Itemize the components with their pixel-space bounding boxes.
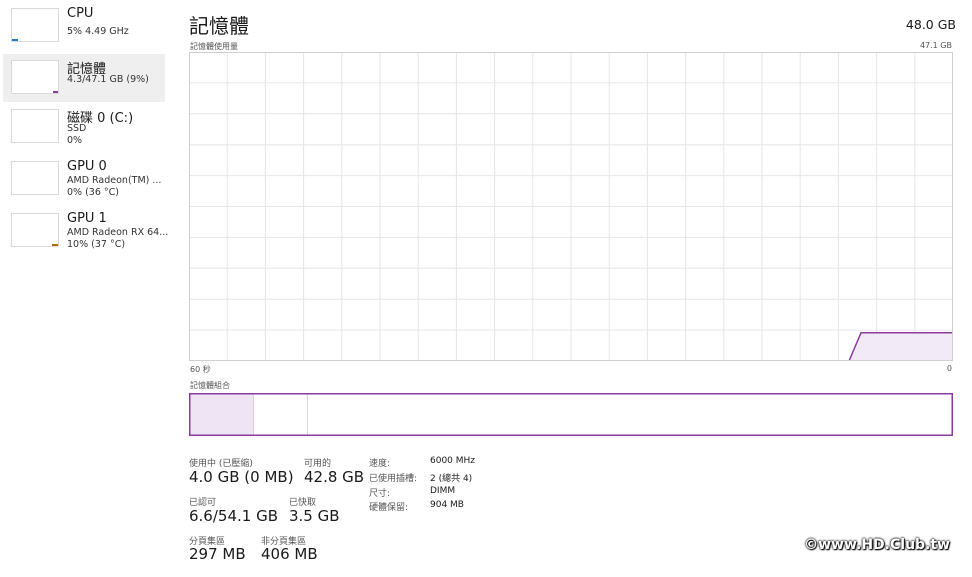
sidebar-item-usage: 10% (37 °C) [67, 239, 126, 250]
usage-graph-label: 記憶體使用量 [190, 42, 238, 51]
committed-value: 6.6/54.1 GB [189, 507, 278, 525]
form-factor-value: DIMM [430, 486, 456, 496]
in-use-value: 4.0 GB (0 MB) [189, 468, 294, 486]
nonpaged-pool-value: 406 MB [261, 545, 318, 563]
time-axis-left: 60 秒 [190, 365, 211, 374]
memory-thumbnail-graph [11, 60, 59, 94]
sidebar-item-detail: AMD Radeon RX 64... [67, 227, 169, 238]
sidebar-item-memory[interactable]: 記憶體 4.3/47.1 GB (9%) [3, 54, 165, 102]
cached-value: 3.5 GB [289, 507, 340, 525]
memory-composition-bar[interactable] [189, 393, 953, 436]
sidebar-item-cpu[interactable]: CPU 5% 4.49 GHz [3, 2, 165, 50]
sidebar-item-detail: AMD Radeon(TM) ... [67, 175, 162, 186]
memory-usage-graph [189, 52, 953, 361]
watermark: ©www.HD.Club.tw [804, 537, 950, 553]
paged-pool-value: 297 MB [189, 545, 246, 563]
sidebar-item-gpu0[interactable]: GPU 0 AMD Radeon(TM) ... 0% (36 °C) [3, 155, 165, 203]
gpu1-thumbnail-graph [11, 213, 59, 247]
gpu1-thumbnail-mark [52, 244, 58, 246]
sidebar-item-detail: 4.3/47.1 GB (9%) [67, 74, 149, 85]
speed-label: 速度: [369, 459, 391, 469]
cpu-thumbnail-graph [11, 8, 59, 42]
total-memory: 48.0 GB [905, 17, 956, 32]
composition-in-use-segment [189, 393, 254, 436]
sidebar-item-label: CPU [67, 6, 94, 21]
sidebar-item-label: GPU 0 [67, 159, 107, 174]
slots-label: 已使用插槽: [369, 474, 418, 484]
disk-thumbnail-graph [11, 109, 59, 143]
composition-label: 記憶體組合 [190, 381, 230, 390]
sidebar-item-usage: 0% [67, 135, 83, 146]
sidebar: CPU 5% 4.49 GHz 記憶體 4.3/47.1 GB (9%) 磁碟 … [0, 0, 168, 577]
cpu-thumbnail-mark [12, 39, 18, 41]
time-axis-right: 0 [946, 364, 952, 373]
sidebar-item-usage: 0% (36 °C) [67, 187, 119, 198]
speed-value: 6000 MHz [430, 456, 476, 466]
hardware-reserved-value: 904 MB [430, 500, 464, 510]
usage-area-fill [849, 332, 953, 361]
sidebar-item-disk[interactable]: 磁碟 0 (C:) SSD 0% [3, 103, 165, 151]
sidebar-item-detail: SSD [67, 123, 87, 134]
sidebar-item-label: GPU 1 [67, 211, 107, 226]
gpu0-thumbnail-graph [11, 161, 59, 195]
sidebar-item-detail: 5% 4.49 GHz [67, 26, 129, 37]
form-factor-label: 尺寸: [369, 489, 391, 499]
available-value: 42.8 GB [304, 468, 365, 486]
sidebar-item-gpu1[interactable]: GPU 1 AMD Radeon RX 64... 10% (37 °C) [3, 207, 169, 255]
memory-thumbnail-mark [53, 91, 58, 93]
page-title: 記憶體 [189, 14, 249, 38]
usage-graph-max: 47.1 GB [919, 41, 952, 50]
slots-value: 2 (總共 4) [430, 474, 473, 484]
composition-standby-segment [253, 393, 308, 436]
hardware-reserved-label: 硬體保留: [369, 503, 409, 513]
